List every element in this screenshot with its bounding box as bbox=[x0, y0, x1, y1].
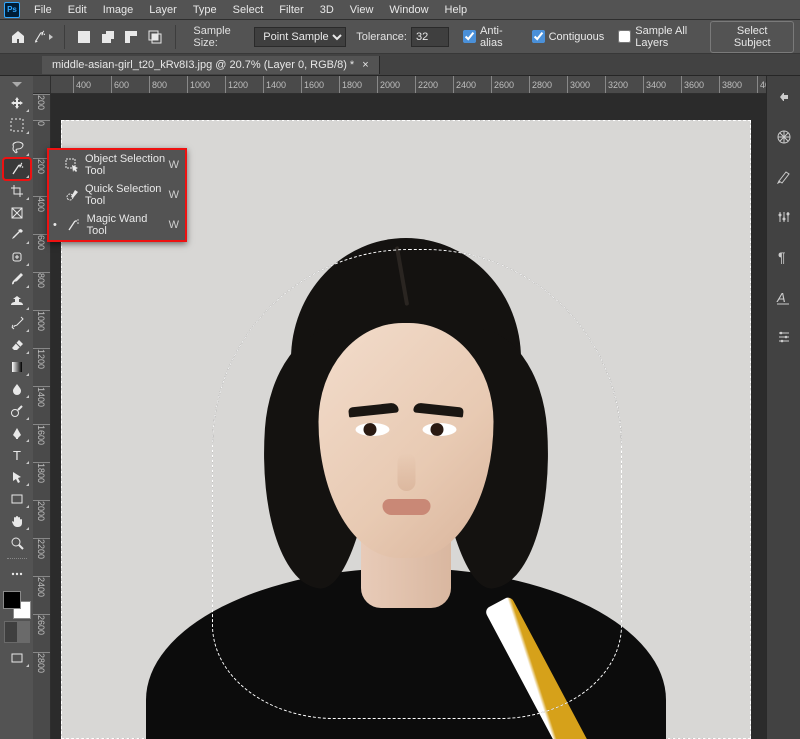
flyout-quick-selection-tool[interactable]: Quick Selection Tool W bbox=[49, 180, 185, 210]
screen-mode-button[interactable] bbox=[4, 648, 30, 668]
flyout-object-selection-tool[interactable]: Object Selection Tool W bbox=[49, 150, 185, 180]
move-tool[interactable] bbox=[4, 93, 30, 113]
photo-subject bbox=[186, 208, 626, 739]
magic-wand-icon bbox=[65, 217, 81, 233]
marquee-tool[interactable] bbox=[4, 115, 30, 135]
brush-tool[interactable] bbox=[4, 269, 30, 289]
svg-text:A: A bbox=[776, 290, 786, 305]
contiguous-checkbox[interactable]: Contiguous bbox=[532, 30, 605, 43]
path-selection-tool[interactable] bbox=[4, 467, 30, 487]
history-brush-tool[interactable] bbox=[4, 313, 30, 333]
foreground-background-colors[interactable] bbox=[3, 591, 31, 619]
crop-tool[interactable] bbox=[4, 181, 30, 201]
app-logo: Ps bbox=[4, 2, 20, 18]
blur-tool[interactable] bbox=[4, 379, 30, 399]
paragraph-panel-icon[interactable]: ¶ bbox=[773, 246, 795, 268]
menu-image[interactable]: Image bbox=[95, 2, 142, 18]
tools-panel: T bbox=[0, 76, 33, 739]
ruler-origin[interactable] bbox=[33, 76, 51, 94]
swatches-panel-icon[interactable] bbox=[773, 166, 795, 188]
document-tabs: middle-asian-girl_t20_kRv8I3.jpg @ 20.7%… bbox=[0, 54, 800, 76]
magic-wand-tool[interactable] bbox=[4, 159, 30, 179]
hand-tool[interactable] bbox=[4, 511, 30, 531]
sample-size-select[interactable]: Point Sample bbox=[254, 27, 346, 47]
tolerance-input[interactable] bbox=[411, 27, 449, 47]
quick-mask-toggle[interactable] bbox=[4, 621, 30, 643]
sample-all-layers-checkbox[interactable]: Sample All Layers bbox=[618, 25, 710, 49]
menu-file[interactable]: File bbox=[26, 2, 60, 18]
menu-3d[interactable]: 3D bbox=[312, 2, 342, 18]
gradient-tool[interactable] bbox=[4, 357, 30, 377]
home-button[interactable] bbox=[8, 26, 28, 48]
menu-bar: Ps File Edit Image Layer Type Select Fil… bbox=[0, 0, 800, 20]
quick-selection-icon bbox=[65, 187, 79, 203]
toolbar-grip-icon[interactable] bbox=[12, 82, 22, 88]
edit-toolbar-button[interactable] bbox=[4, 564, 30, 584]
selection-subtract-icon[interactable] bbox=[121, 26, 141, 48]
eraser-tool[interactable] bbox=[4, 335, 30, 355]
selection-new-icon[interactable] bbox=[74, 26, 94, 48]
options-bar: Sample Size: Point Sample Tolerance: Ant… bbox=[0, 20, 800, 54]
menu-window[interactable]: Window bbox=[381, 2, 436, 18]
type-tool[interactable]: T bbox=[4, 445, 30, 465]
menu-edit[interactable]: Edit bbox=[60, 2, 95, 18]
close-tab-icon[interactable]: × bbox=[362, 59, 368, 71]
properties-panel-icon[interactable] bbox=[773, 326, 795, 348]
tool-flyout-menu: Object Selection Tool W Quick Selection … bbox=[47, 148, 187, 242]
foreground-color-swatch[interactable] bbox=[3, 591, 21, 609]
menu-type[interactable]: Type bbox=[185, 2, 225, 18]
character-panel-icon[interactable]: A bbox=[773, 286, 795, 308]
selection-intersect-icon[interactable] bbox=[145, 26, 165, 48]
lasso-tool[interactable] bbox=[4, 137, 30, 157]
anti-alias-checkbox[interactable]: Anti-alias bbox=[463, 25, 518, 49]
menu-view[interactable]: View bbox=[342, 2, 382, 18]
document-tab-title: middle-asian-girl_t20_kRv8I3.jpg @ 20.7%… bbox=[52, 59, 354, 71]
eyedropper-tool[interactable] bbox=[4, 225, 30, 245]
flyout-magic-wand-tool[interactable]: Magic Wand Tool W bbox=[49, 210, 185, 240]
shape-tool[interactable] bbox=[4, 489, 30, 509]
sample-size-label: Sample Size: bbox=[193, 25, 250, 49]
object-selection-icon bbox=[65, 157, 79, 173]
selection-add-icon[interactable] bbox=[98, 26, 118, 48]
frame-tool[interactable] bbox=[4, 203, 30, 223]
clone-stamp-tool[interactable] bbox=[4, 291, 30, 311]
menu-filter[interactable]: Filter bbox=[271, 2, 311, 18]
menu-help[interactable]: Help bbox=[437, 2, 476, 18]
zoom-tool[interactable] bbox=[4, 533, 30, 553]
tolerance-label: Tolerance: bbox=[356, 31, 407, 43]
svg-text:¶: ¶ bbox=[778, 249, 786, 265]
right-panel-strip: ¶ A bbox=[766, 76, 800, 739]
panel-expand-icon[interactable] bbox=[773, 86, 795, 108]
menu-layer[interactable]: Layer bbox=[141, 2, 185, 18]
adjustments-panel-icon[interactable] bbox=[773, 206, 795, 228]
color-panel-icon[interactable] bbox=[773, 126, 795, 148]
current-tool-icon[interactable] bbox=[32, 26, 54, 48]
pen-tool[interactable] bbox=[4, 423, 30, 443]
dodge-tool[interactable] bbox=[4, 401, 30, 421]
ruler-horizontal[interactable]: 400 600 800 1000 1200 1400 1600 1800 200… bbox=[51, 76, 766, 94]
svg-text:T: T bbox=[13, 448, 21, 462]
document-tab[interactable]: middle-asian-girl_t20_kRv8I3.jpg @ 20.7%… bbox=[42, 56, 380, 74]
healing-brush-tool[interactable] bbox=[4, 247, 30, 267]
select-subject-button[interactable]: Select Subject bbox=[710, 21, 794, 53]
menu-select[interactable]: Select bbox=[225, 2, 272, 18]
